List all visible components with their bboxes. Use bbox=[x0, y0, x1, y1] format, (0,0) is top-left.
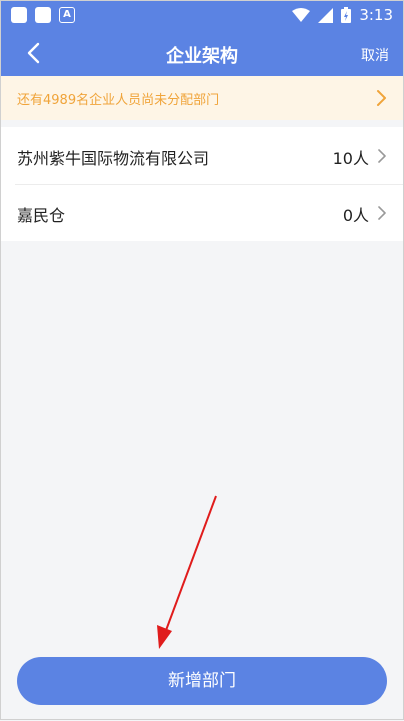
notification-a-icon: A bbox=[59, 7, 75, 23]
battery-icon bbox=[341, 7, 352, 23]
chevron-right-icon bbox=[378, 149, 386, 163]
signal-icon bbox=[318, 7, 334, 23]
unassigned-notice-bar[interactable]: 还有4989名企业人员尚未分配部门 bbox=[1, 76, 403, 120]
department-member-count: 0人 bbox=[342, 206, 369, 225]
department-row[interactable]: 嘉民仓 0人 bbox=[1, 184, 403, 241]
department-name: 嘉民仓 bbox=[17, 206, 66, 225]
notification-icons: A bbox=[11, 7, 75, 23]
wifi-icon bbox=[292, 8, 311, 22]
status-time: 3:13 bbox=[359, 6, 393, 24]
notice-text: 还有4989名企业人员尚未分配部门 bbox=[17, 93, 220, 108]
department-list: 苏州紫牛国际物流有限公司 10人 嘉民仓 0人 bbox=[1, 127, 403, 241]
notification-square-icon bbox=[11, 7, 27, 23]
status-bar: A 3:13 bbox=[1, 1, 403, 31]
page-title: 企业架构 bbox=[166, 46, 238, 67]
navigation-bar: 企业架构 取消 bbox=[1, 31, 403, 76]
department-member-count: 10人 bbox=[332, 149, 369, 168]
department-row[interactable]: 苏州紫牛国际物流有限公司 10人 bbox=[1, 127, 403, 184]
cancel-button[interactable]: 取消 bbox=[361, 45, 389, 65]
notification-square-icon bbox=[35, 7, 51, 23]
chevron-right-icon bbox=[377, 90, 386, 106]
department-name: 苏州紫牛国际物流有限公司 bbox=[17, 149, 210, 168]
chevron-right-icon bbox=[378, 206, 386, 220]
add-department-button[interactable]: 新增部门 bbox=[17, 657, 387, 705]
